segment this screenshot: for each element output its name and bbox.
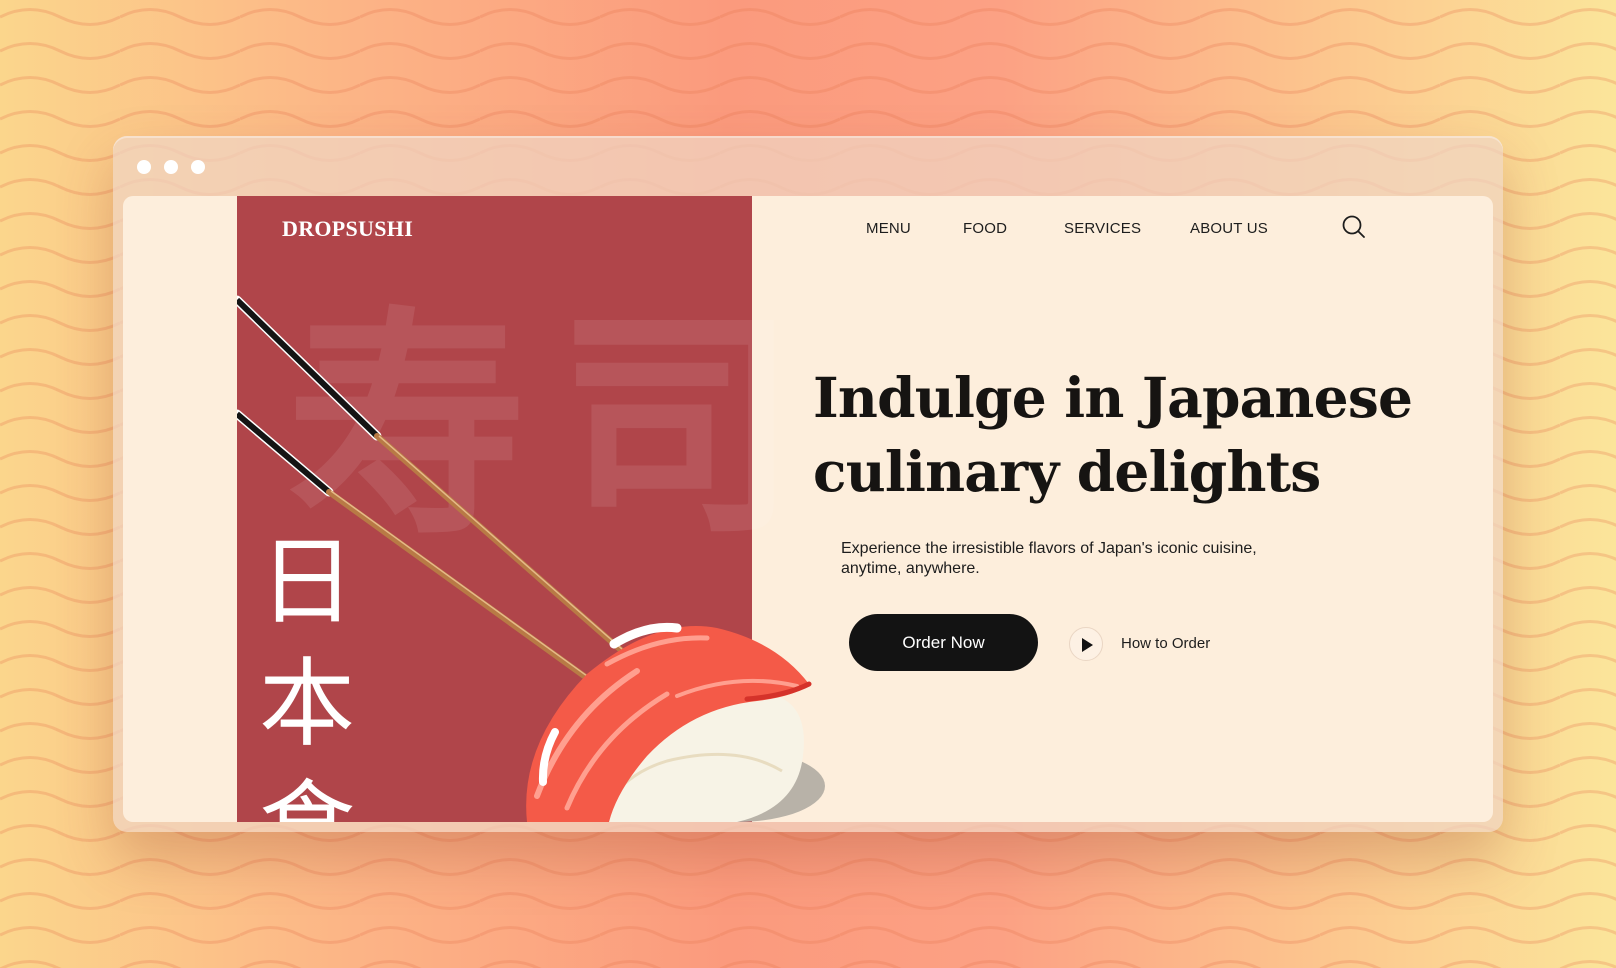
window-dot-icon[interactable] — [164, 160, 178, 174]
sushi-illustration — [237, 295, 825, 822]
headline-line: culinary delights — [813, 439, 1321, 504]
nav-item-food[interactable]: FOOD — [963, 220, 1007, 237]
how-to-order-label: How to Order — [1121, 635, 1211, 652]
landing-page: 寿 司 日 本 食 DROPSUSHI — [123, 196, 1493, 822]
play-button[interactable] — [1069, 627, 1103, 661]
nav-item-about-us[interactable]: ABOUT US — [1190, 220, 1268, 237]
play-icon — [1082, 638, 1093, 652]
browser-window: 寿 司 日 本 食 DROPSUSHI — [113, 136, 1503, 832]
order-now-button[interactable]: Order Now — [849, 614, 1038, 671]
headline-line: Indulge in Japanese — [813, 365, 1413, 430]
subtext-line: Experience the irresistible flavors of J… — [841, 540, 1257, 557]
window-dot-icon[interactable] — [137, 160, 151, 174]
hero-subtext: Experience the irresistible flavors of J… — [841, 539, 1301, 579]
subtext-line: anytime, anywhere. — [841, 560, 980, 577]
nav-item-services[interactable]: SERVICES — [1064, 220, 1141, 237]
top-nav: MENU FOOD SERVICES ABOUT US — [123, 220, 1493, 244]
nav-item-menu[interactable]: MENU — [866, 220, 911, 237]
search-button[interactable] — [1341, 214, 1369, 242]
salmon-nigiri-icon — [526, 622, 825, 822]
window-dot-icon[interactable] — [191, 160, 205, 174]
search-icon — [1342, 215, 1365, 238]
hero-headline: Indulge in Japanese culinary delights — [813, 361, 1433, 509]
